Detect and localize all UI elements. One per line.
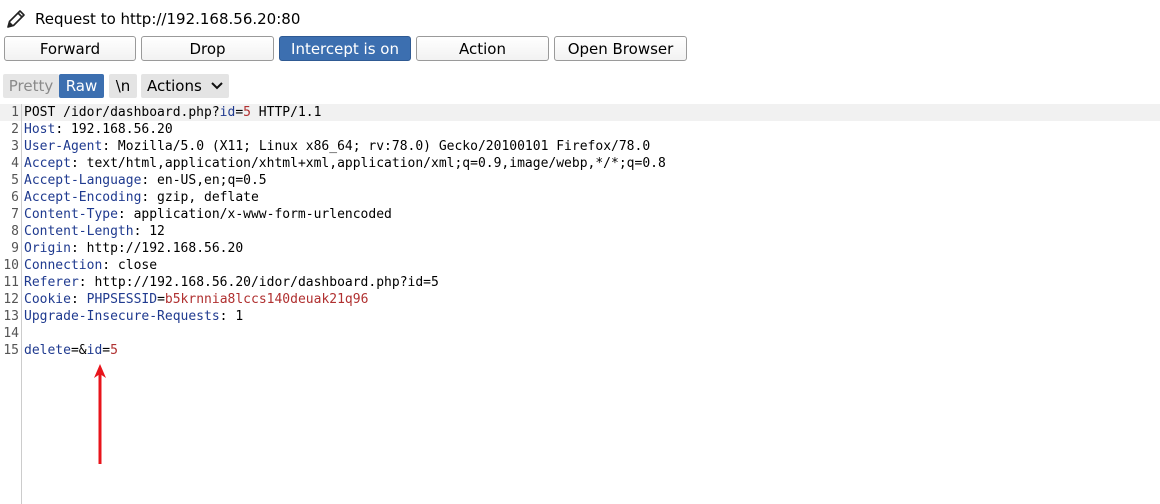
header-line: 9 Origin: http://192.168.56.20 (0, 240, 1160, 257)
header-name: Content-Type (24, 207, 118, 222)
header-name: Cookie (24, 292, 71, 307)
header-name: User-Agent (24, 139, 103, 154)
header-line: 10 Connection: close (0, 257, 1160, 274)
line-number: 11 (3, 275, 19, 290)
request-editor[interactable]: 1 POST /idor/dashboard.php?id=5 HTTP/1.1… (0, 104, 1160, 359)
actions-label: Actions (147, 77, 202, 95)
header-name: Upgrade-Insecure-Requests (24, 309, 220, 324)
header-line: 8 Content-Length: 12 (0, 223, 1160, 240)
forward-button[interactable]: Forward (4, 36, 136, 61)
header-line: 7 Content-Type: application/x-www-form-u… (0, 206, 1160, 223)
line-number: 8 (11, 224, 19, 239)
show-newlines-button[interactable]: \n (109, 74, 137, 98)
header-name: Content-Length (24, 224, 134, 239)
tab-raw[interactable]: Raw (59, 74, 104, 98)
header-name: Accept-Language (24, 173, 142, 188)
header-value: : (70, 292, 87, 307)
line-number: 3 (11, 139, 19, 154)
line-number: 4 (11, 156, 19, 171)
header-name: Accept (24, 156, 71, 171)
line-number: 5 (11, 173, 19, 188)
line-number: 7 (11, 207, 19, 222)
param-value: 5 (243, 105, 251, 120)
cookie-name: PHPSESSID (86, 292, 158, 307)
line-number: 13 (3, 309, 19, 324)
cookie-equals: = (157, 292, 165, 307)
http-version: HTTP/1.1 (250, 105, 322, 120)
tab-pretty[interactable]: Pretty (3, 74, 59, 98)
window-header: Request to http://192.168.56.20:80 (4, 6, 300, 32)
param-equals: = (235, 105, 244, 120)
line-number: 2 (11, 122, 19, 137)
header-value: : 192.168.56.20 (55, 122, 173, 137)
body-separator: =& (70, 343, 87, 358)
header-value: : en-US,en;q=0.5 (141, 173, 267, 188)
param-name: id (219, 105, 236, 120)
header-value: : close (102, 258, 158, 273)
header-value: : gzip, deflate (141, 190, 259, 205)
intercept-toggle-button[interactable]: Intercept is on (279, 36, 411, 61)
actions-dropdown[interactable]: Actions (141, 74, 229, 98)
header-name: Accept-Encoding (24, 190, 142, 205)
line-number: 12 (3, 292, 19, 307)
line-number: 14 (3, 326, 19, 341)
header-line: 4 Accept: text/html,application/xhtml+xm… (0, 155, 1160, 172)
line-number: 6 (11, 190, 19, 205)
line-number: 15 (3, 343, 19, 358)
body-equals: = (102, 343, 111, 358)
request-method-path: POST /idor/dashboard.php? (24, 105, 220, 120)
body-param-delete: delete (24, 343, 71, 358)
intercept-toolbar: Forward Drop Intercept is on Action Open… (4, 36, 692, 61)
action-button[interactable]: Action (416, 36, 549, 61)
header-name: Referer (24, 275, 79, 290)
header-value: : 1 (219, 309, 244, 324)
header-line: 12 Cookie: PHPSESSID=b5krnnia8lccs140deu… (0, 291, 1160, 308)
request-title: Request to http://192.168.56.20:80 (35, 10, 301, 28)
body-line: 15 delete=&id=5 (0, 342, 1160, 359)
editor-view-tabs: Pretty Raw \n Actions (3, 74, 233, 98)
body-param-id: id (86, 343, 103, 358)
blank-line: 14 (0, 325, 1160, 342)
header-name: Connection (24, 258, 103, 273)
header-value: : text/html,application/xhtml+xml,applic… (70, 156, 666, 171)
header-name: Origin (24, 241, 71, 256)
header-line: 11 Referer: http://192.168.56.20/idor/da… (0, 274, 1160, 291)
header-line: 5 Accept-Language: en-US,en;q=0.5 (0, 172, 1160, 189)
line-number: 1 (11, 105, 19, 120)
header-line: 13 Upgrade-Insecure-Requests: 1 (0, 308, 1160, 325)
header-value: : http://192.168.56.20 (70, 241, 244, 256)
pencil-icon (7, 10, 25, 28)
chevron-down-icon (211, 82, 223, 90)
header-line: 3 User-Agent: Mozilla/5.0 (X11; Linux x8… (0, 138, 1160, 155)
line-number: 9 (11, 241, 19, 256)
header-value: : 12 (133, 224, 165, 239)
drop-button[interactable]: Drop (141, 36, 274, 61)
header-line: 2 Host: 192.168.56.20 (0, 121, 1160, 138)
header-value: : Mozilla/5.0 (X11; Linux x86_64; rv:78.… (102, 139, 651, 154)
header-line: 6 Accept-Encoding: gzip, deflate (0, 189, 1160, 206)
annotation-arrow-up-icon (94, 364, 106, 464)
body-param-id-value: 5 (110, 343, 118, 358)
header-name: Host (24, 122, 56, 137)
cookie-value: b5krnnia8lccs140deuak21q96 (164, 292, 369, 307)
line-number: 10 (3, 258, 19, 273)
header-value: : http://192.168.56.20/idor/dashboard.ph… (78, 275, 439, 290)
open-browser-button[interactable]: Open Browser (554, 36, 687, 61)
request-line: 1 POST /idor/dashboard.php?id=5 HTTP/1.1 (0, 104, 1160, 121)
header-value: : application/x-www-form-urlencoded (117, 207, 392, 222)
